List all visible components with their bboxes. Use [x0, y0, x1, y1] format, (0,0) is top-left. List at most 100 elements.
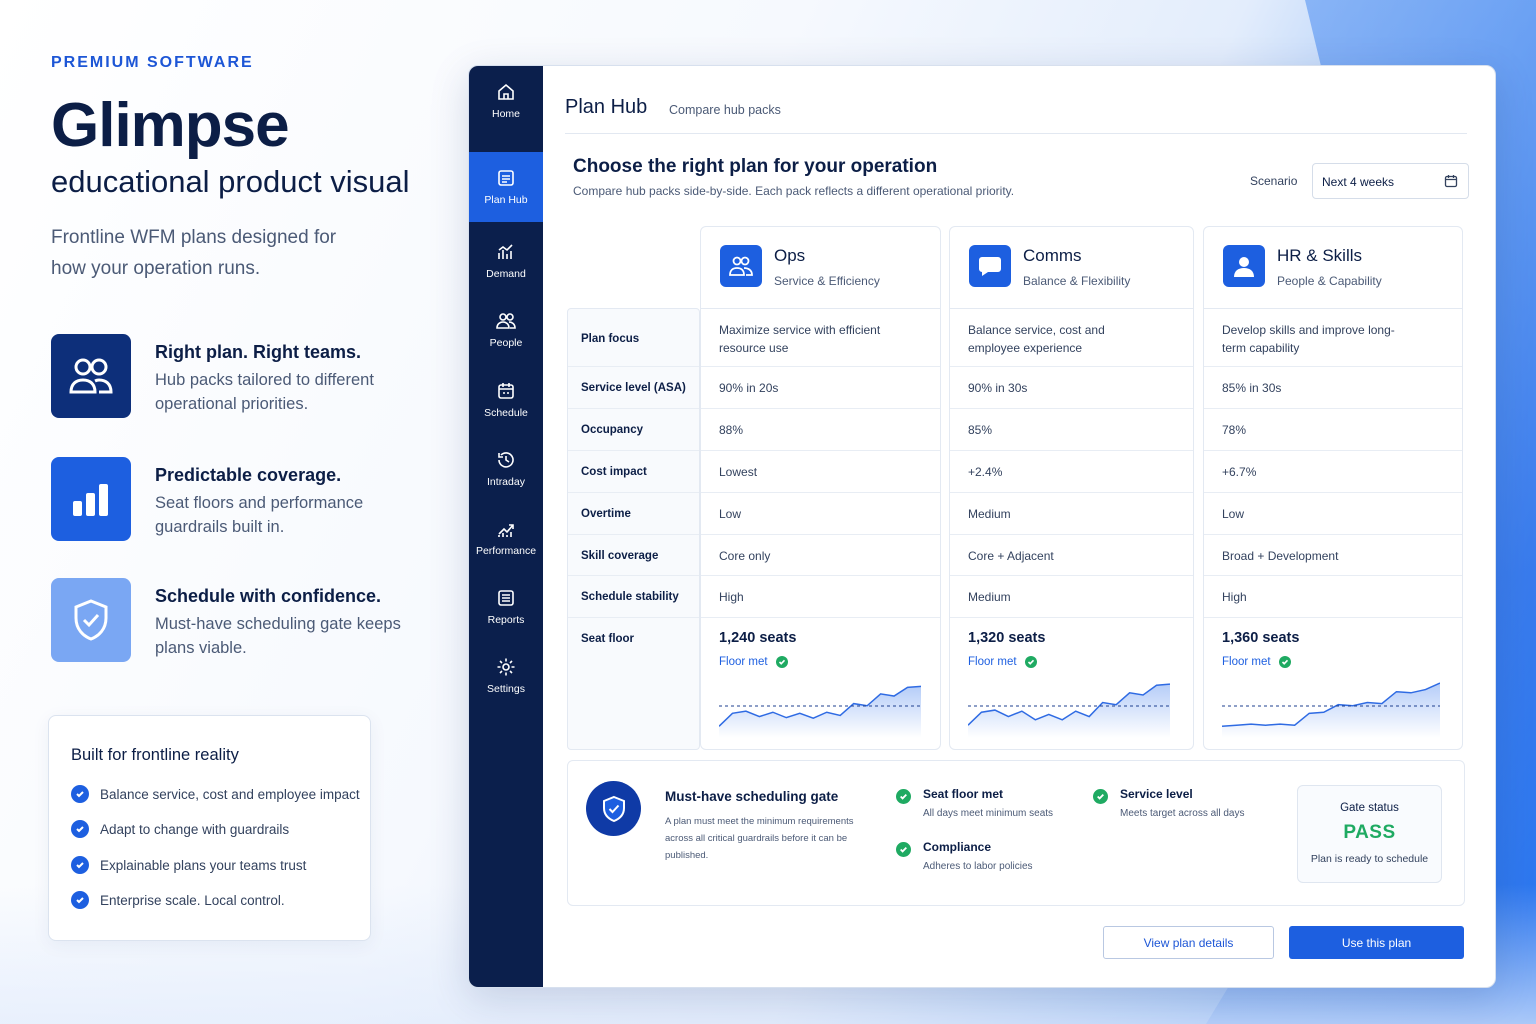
table-row: 78%	[1204, 409, 1462, 451]
app-window: Home Plan Hub Demand People Schedule Int…	[468, 65, 1496, 988]
reports-icon	[498, 590, 514, 606]
shield-icon	[51, 578, 131, 662]
table-row: 88%	[701, 409, 940, 451]
sidebar-item-demand[interactable]: Demand	[469, 226, 543, 296]
list-item: Balance service, cost and employee impac…	[71, 785, 360, 803]
cell-service-level: 85% in 30s	[1222, 381, 1282, 395]
sidebar-item-performance[interactable]: Performance	[469, 503, 543, 573]
cell-schedule-stability: High	[1222, 590, 1247, 604]
row-label: Overtime	[581, 508, 631, 520]
seat-floor-cell: 1,240 seats Floor met	[701, 618, 940, 751]
view-plan-details-button[interactable]: View plan details	[1103, 926, 1274, 959]
nav-label: Settings	[487, 683, 525, 695]
check-circle-icon	[896, 842, 911, 857]
check-title: Compliance	[923, 840, 992, 854]
row-label: Seat floor	[581, 633, 635, 645]
nav-label: Intraday	[487, 476, 525, 488]
cell-skill-coverage: Core only	[719, 549, 771, 563]
scenario-select[interactable]: Next 4 weeks	[1312, 163, 1469, 199]
table-row: Plan focus	[568, 309, 699, 367]
table-row: Balance service, cost and employee exper…	[950, 309, 1193, 367]
sidebar-item-schedule[interactable]: Schedule	[469, 365, 543, 435]
plan-subtitle: Balance & Flexibility	[1023, 274, 1131, 288]
floor-status-text: Floor met	[719, 656, 768, 668]
check-circle-icon	[775, 656, 788, 668]
gate-check-compliance: Compliance Adheres to labor policies	[896, 840, 1033, 872]
plan-name: HR & Skills	[1277, 246, 1363, 265]
check-subtitle: All days meet minimum seats	[923, 808, 1054, 819]
table-row: 85%	[950, 409, 1193, 451]
feature-title: Right plan. Right teams.	[155, 342, 362, 362]
sidebar-item-people[interactable]: People	[469, 295, 543, 365]
table-row: +6.7%	[1204, 451, 1462, 493]
calendar-icon	[498, 383, 514, 399]
table-row: Low	[701, 493, 940, 535]
plan-column-ops[interactable]: Ops Service & Efficiency Maximize servic…	[700, 226, 941, 750]
scenario-label: Scenario	[1250, 174, 1298, 188]
sidebar-item-settings[interactable]: Settings	[469, 641, 543, 711]
seat-count: 1,360 seats	[1222, 630, 1300, 646]
plan-hub-icon	[498, 170, 514, 186]
sidebar-item-reports[interactable]: Reports	[469, 572, 543, 642]
sidebar-item-home[interactable]: Home	[469, 66, 543, 136]
row-labels: Plan focus Service level (ASA) Occupancy…	[567, 308, 700, 750]
plan-name: Ops	[774, 246, 806, 265]
cell-plan-focus: Maximize service with efficient resource…	[719, 323, 881, 355]
hero-panel: PREMIUM SOFTWARE Glimpse educational pro…	[51, 54, 441, 284]
floor-status-text: Floor met	[968, 656, 1017, 668]
eyebrow: PREMIUM SOFTWARE	[51, 54, 254, 71]
list-item-text: Enterprise scale. Local control.	[100, 892, 285, 908]
plan-column-hr-skills[interactable]: HR & Skills People & Capability Develop …	[1203, 226, 1463, 750]
cell-occupancy: 78%	[1222, 423, 1247, 437]
gate-check-seat-floor: Seat floor met All days meet minimum seat…	[896, 787, 1053, 819]
check-circle-icon	[1278, 656, 1291, 668]
list-item-text: Balance service, cost and employee impac…	[100, 786, 360, 802]
nav-label: Plan Hub	[484, 194, 528, 206]
cell-cost-impact: +2.4%	[968, 465, 1003, 479]
use-this-plan-button[interactable]: Use this plan	[1289, 926, 1464, 959]
cell-plan-focus: Develop skills and improve long-term cap…	[1222, 323, 1395, 355]
bar-chart-icon	[51, 457, 131, 541]
feature-right-plan: Right plan. Right teams. Hub packs tailo…	[51, 334, 441, 418]
sidebar-item-plan-hub[interactable]: Plan Hub	[469, 152, 543, 222]
scenario-value: Next 4 weeks	[1322, 175, 1395, 189]
table-row: Develop skills and improve long-term cap…	[1204, 309, 1462, 367]
table-row: Medium	[950, 576, 1193, 618]
floor-status: Floor met	[719, 656, 788, 668]
floor-status: Floor met	[1222, 656, 1291, 668]
shield-check-icon	[586, 781, 641, 836]
list-item-text: Adapt to change with guardrails	[100, 821, 290, 837]
plan-column-comms[interactable]: Comms Balance & Flexibility Balance serv…	[949, 226, 1194, 750]
cell-overtime: Low	[1222, 507, 1245, 521]
section-subtitle: Compare hub packs side-by-side. Each pac…	[573, 184, 1015, 198]
table-row: Low	[1204, 493, 1462, 535]
plan-header: Comms Balance & Flexibility	[950, 227, 1193, 309]
row-label: Schedule stability	[581, 591, 679, 603]
plan-header: Ops Service & Efficiency	[701, 227, 940, 309]
check-circle-icon	[1093, 789, 1108, 804]
sidebar-item-intraday[interactable]: Intraday	[469, 434, 543, 504]
table-row: Maximize service with efficient resource…	[701, 309, 940, 367]
list-item: Explainable plans your teams trust	[71, 856, 306, 874]
nav-label: Performance	[475, 545, 537, 557]
plan-name: Comms	[1023, 246, 1082, 265]
check-icon	[71, 856, 89, 874]
table-row: High	[701, 576, 940, 618]
table-row: Lowest	[701, 451, 940, 493]
cell-overtime: Low	[719, 507, 742, 521]
gate-status-label: Gate status	[1340, 802, 1399, 814]
table-row: 90% in 30s	[950, 367, 1193, 409]
plan-subtitle: Service & Efficiency	[774, 274, 880, 288]
feature-desc: Must-have scheduling gate keeps plans vi…	[155, 615, 401, 657]
table-row: 85% in 30s	[1204, 367, 1462, 409]
seat-trend-sparkline	[1222, 682, 1440, 738]
hero-subtitle: Frontline WFM plans designed for how you…	[51, 227, 337, 279]
sparkline-area	[1222, 683, 1440, 738]
cell-cost-impact: +6.7%	[1222, 465, 1257, 479]
sidebar: Home Plan Hub Demand People Schedule Int…	[469, 66, 543, 987]
feature-desc: Hub packs tailored to different operatio…	[155, 371, 374, 413]
nav-label: Demand	[486, 268, 526, 280]
row-label: Cost impact	[581, 466, 647, 478]
cell-overtime: Medium	[968, 507, 1011, 521]
check-circle-icon	[1024, 656, 1037, 668]
